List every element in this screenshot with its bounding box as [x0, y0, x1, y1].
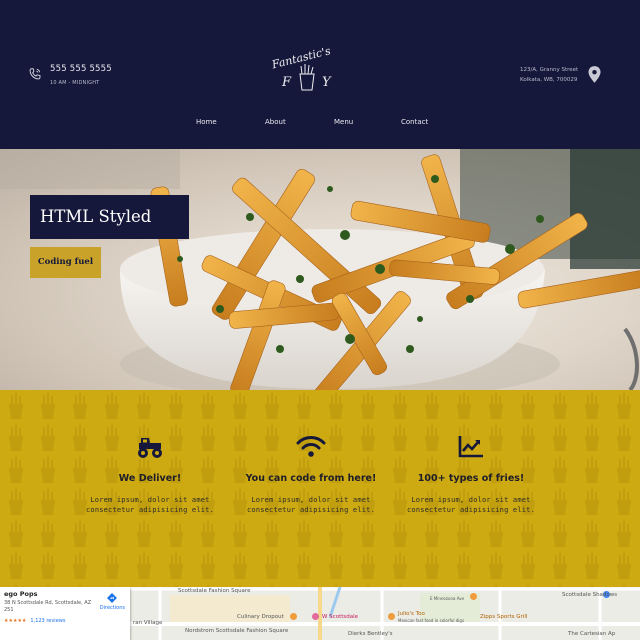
feature-varieties: 100+ types of fries! Lorem ipsum, dolor … [391, 432, 551, 515]
feature-text: Lorem ipsum, dolor sit amet consectetur … [85, 496, 215, 514]
wifi-icon [296, 436, 326, 457]
map-label: Mexican fast food in colorful digs [398, 618, 465, 623]
address-line-2: Kolkata, WB, 700029 [520, 77, 578, 83]
map-label: Scottsdale Shadows [562, 592, 618, 598]
feature-title: You can code from here! [245, 473, 377, 484]
fries-box-icon [299, 64, 315, 91]
map-label: E Minnezona Ave [430, 596, 465, 601]
directions-button[interactable]: Directions [100, 593, 125, 611]
feature-title: 100+ types of fries! [417, 473, 525, 484]
map-label: The Cartesian Ap [568, 631, 616, 637]
main-nav: Home About Menu Contact [0, 118, 640, 130]
hero-section: HTML Styled Fries Coding fuel [0, 149, 640, 390]
phone-number[interactable]: 555 555 5555 [50, 64, 112, 74]
map-label: W Scottsdale [322, 614, 359, 620]
place-address: 38 N Scottsdale Rd, Scottsdale, AZ 251 [4, 600, 92, 613]
feature-delivery: We Deliver! Lorem ipsum, dolor sit amet … [70, 432, 230, 515]
trending-chart-icon [458, 436, 483, 458]
hero-title: HTML Styled Fries [30, 195, 189, 270]
site-logo[interactable]: Fantastic's F Y [262, 40, 352, 96]
feature-text: Lorem ipsum, dolor sit amet consectetur … [406, 496, 536, 514]
map-place-card: ego Pops 38 N Scottsdale Rd, Scottsdale,… [0, 587, 130, 640]
feature-title: We Deliver! [118, 473, 182, 484]
restaurant-pin-icon[interactable] [470, 593, 477, 600]
place-rating: ★★★★★ 1,123 reviews [4, 618, 126, 624]
features-section: We Deliver! Lorem ipsum, dolor sit amet … [0, 390, 640, 587]
restaurant-pin-icon[interactable] [290, 613, 297, 620]
feature-wifi: You can code from here! Lorem ipsum, dol… [231, 432, 391, 515]
restaurant-pin-icon[interactable] [388, 613, 395, 620]
map-label: Nordstrom Scottsdale Fashion Square [185, 628, 289, 634]
map-label: Zipps Sports Grill [480, 614, 528, 620]
opening-hours: 10 AM - MIDNIGHT [50, 80, 100, 86]
map-label: Julio's Too [398, 611, 425, 617]
map-label: Scottsdale Fashion Square [178, 588, 251, 594]
directions-icon [107, 593, 118, 603]
embedded-map[interactable]: Scottsdale Fashion Square Culinary Dropo… [0, 587, 640, 640]
logo-letter-left: F [281, 75, 292, 90]
nav-contact[interactable]: Contact [401, 118, 428, 126]
directions-label: Directions [99, 605, 125, 611]
feature-text: Lorem ipsum, dolor sit amet consectetur … [246, 496, 376, 514]
map-label: Culinary Dropout [237, 614, 284, 620]
map-label: ran Village [133, 620, 163, 626]
hotel-pin-icon[interactable] [312, 613, 319, 620]
map-label: Dierks Bentley's [348, 631, 393, 637]
nav-menu[interactable]: Menu [334, 118, 353, 126]
nav-about[interactable]: About [265, 118, 286, 126]
phone-icon [29, 68, 41, 80]
address-line-1: 123/A, Granny Street [520, 67, 579, 73]
logo-letter-right: Y [322, 75, 332, 90]
rating-stars: ★★★★★ [4, 618, 27, 624]
site-header: 555 555 5555 10 AM - MIDNIGHT Fantastic'… [0, 0, 640, 149]
reviews-link[interactable]: 1,123 reviews [30, 618, 65, 624]
contact-address-block: 123/A, Granny Street Kolkata, WB, 700029 [520, 65, 601, 85]
monster-truck-icon [138, 438, 162, 458]
location-pin-icon [588, 66, 601, 83]
nav-home[interactable]: Home [196, 118, 217, 126]
contact-phone-block: 555 555 5555 10 AM - MIDNIGHT [28, 64, 112, 86]
coding-fuel-button[interactable]: Coding fuel [30, 247, 101, 278]
